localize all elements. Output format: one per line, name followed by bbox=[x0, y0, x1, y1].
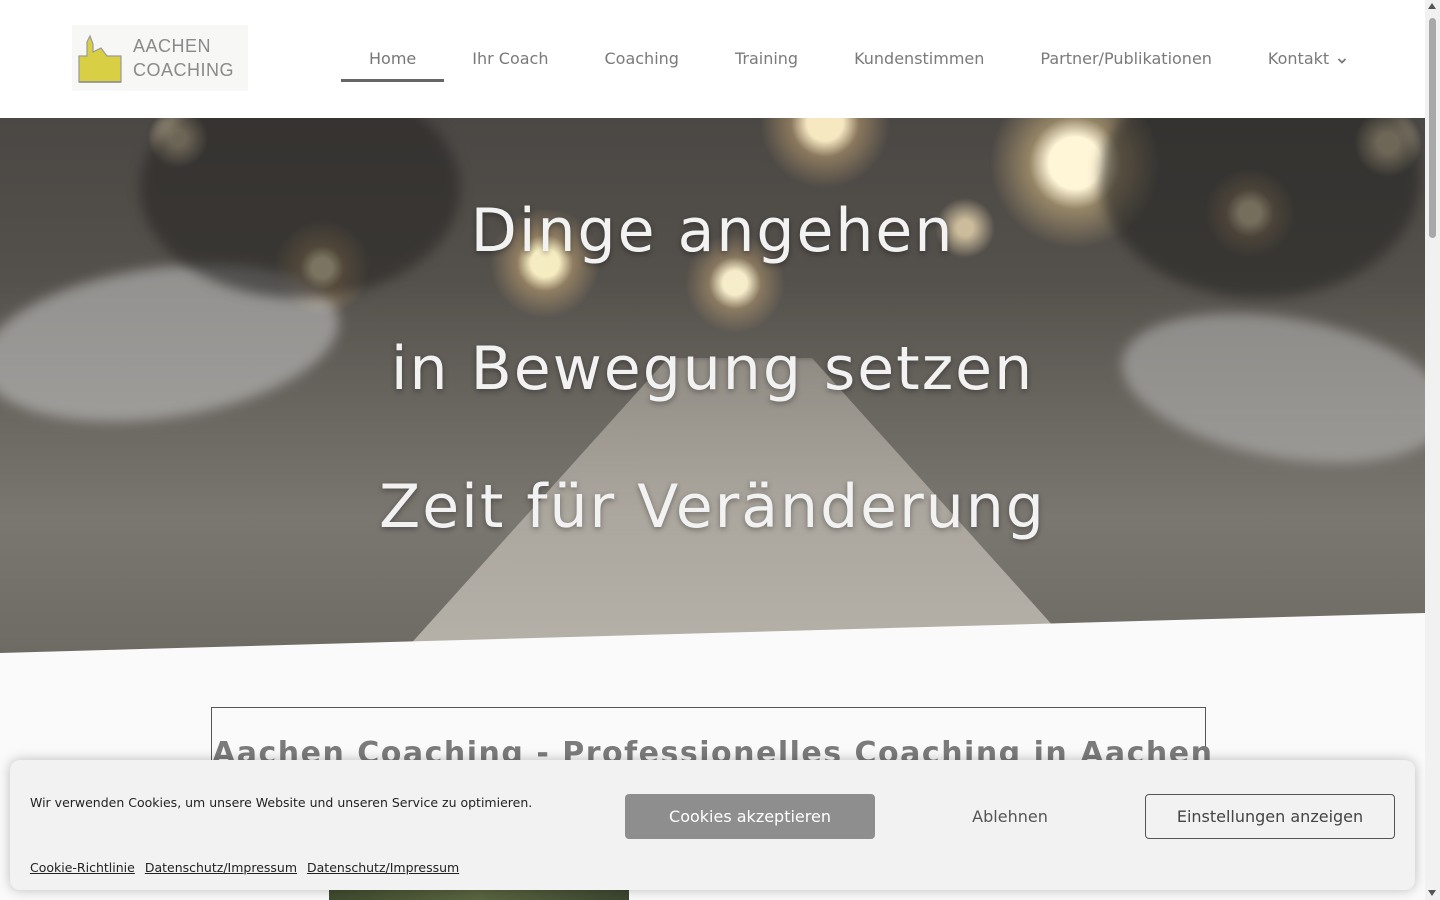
nav-item-label: Partner/Publikationen bbox=[1040, 49, 1212, 68]
nav-item-kontakt[interactable]: Kontakt bbox=[1240, 36, 1375, 82]
nav-item-label: Training bbox=[734, 49, 799, 68]
chevron-down-icon bbox=[1337, 51, 1347, 64]
nav-item-home[interactable]: Home bbox=[341, 36, 445, 82]
scroll-down-arrow-icon[interactable] bbox=[1428, 890, 1436, 896]
accept-cookies-button[interactable]: Cookies akzeptieren bbox=[625, 794, 875, 839]
scrollbar-thumb[interactable] bbox=[1429, 18, 1436, 238]
site-header: AACHEN COACHING Home Ihr Coach Coaching … bbox=[0, 0, 1425, 118]
cookie-policy-link[interactable]: Cookie-Richtlinie bbox=[30, 860, 135, 875]
logo-text: AACHEN COACHING bbox=[133, 34, 234, 82]
cookie-links: Cookie-Richtlinie Datenschutz/Impressum … bbox=[30, 860, 459, 875]
logo-line-2: COACHING bbox=[133, 60, 235, 80]
nav-item-ihr-coach[interactable]: Ihr Coach bbox=[444, 36, 576, 82]
nav-item-label: Home bbox=[369, 49, 417, 68]
page: AACHEN COACHING Home Ihr Coach Coaching … bbox=[0, 0, 1440, 900]
nav-item-coaching[interactable]: Coaching bbox=[576, 36, 706, 82]
cookie-banner: Wir verwenden Cookies, um unsere Website… bbox=[10, 760, 1415, 890]
nav-item-kundenstimmen[interactable]: Kundenstimmen bbox=[826, 36, 1012, 82]
cookie-message: Wir verwenden Cookies, um unsere Website… bbox=[30, 795, 533, 810]
cathedral-icon bbox=[77, 32, 125, 84]
page-scrollbar[interactable] bbox=[1425, 0, 1440, 900]
nav-item-training[interactable]: Training bbox=[707, 36, 826, 82]
nav-item-label: Coaching bbox=[604, 49, 679, 68]
hero-headline-2: in Bewegung setzen bbox=[390, 334, 1035, 404]
site-logo[interactable]: AACHEN COACHING bbox=[72, 25, 248, 91]
hero-headline-1: Dinge angehen bbox=[470, 196, 955, 266]
scroll-up-arrow-icon[interactable] bbox=[1428, 3, 1436, 9]
nav-item-label: Kontakt bbox=[1267, 49, 1330, 68]
deny-cookies-button[interactable]: Ablehnen bbox=[885, 794, 1135, 839]
main-nav: Home Ihr Coach Coaching Training Kundens… bbox=[341, 36, 1375, 82]
nav-item-label: Kundenstimmen bbox=[854, 49, 985, 68]
hero-headline-3: Zeit für Veränderung bbox=[379, 472, 1046, 542]
nav-item-label: Ihr Coach bbox=[472, 49, 549, 68]
cookie-settings-button[interactable]: Einstellungen anzeigen bbox=[1145, 794, 1395, 839]
privacy-imprint-link[interactable]: Datenschutz/Impressum bbox=[145, 860, 297, 875]
privacy-imprint-link-2[interactable]: Datenschutz/Impressum bbox=[307, 860, 459, 875]
hero-banner: Dinge angehen in Bewegung setzen Zeit fü… bbox=[0, 118, 1425, 653]
nav-item-partner-publikationen[interactable]: Partner/Publikationen bbox=[1012, 36, 1240, 82]
logo-line-1: AACHEN bbox=[133, 36, 212, 56]
